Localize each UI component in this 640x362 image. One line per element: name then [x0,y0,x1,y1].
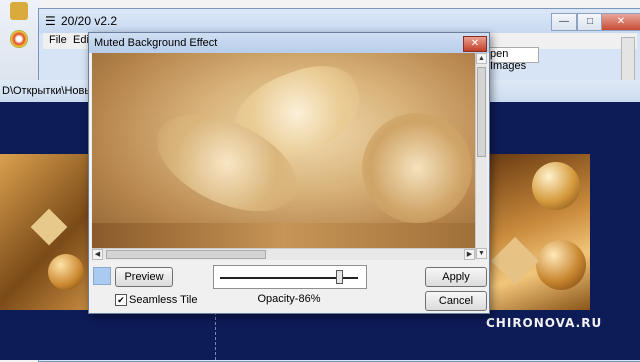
preview-vertical-scrollbar[interactable]: ▲ ▼ [475,53,487,259]
ribbon-band [92,223,475,248]
star-ornament [490,236,540,286]
scroll-thumb[interactable] [477,67,486,157]
menu-file[interactable]: File [49,34,67,46]
preview-image [92,53,475,248]
bow-loop [362,113,472,223]
close-window-button[interactable]: ✕ [601,13,640,31]
app-icon: ☰ [45,14,56,28]
maximize-button[interactable]: □ [577,13,603,31]
main-scrollbar[interactable] [621,37,635,85]
dialog-title-bar[interactable]: Muted Background Effect ✕ [89,33,489,53]
muted-background-dialog: Muted Background Effect ✕ ▲ ▼ ◀ ▶ Previe… [88,32,490,314]
right-image-tile [488,154,590,310]
preview-horizontal-scrollbar[interactable]: ◀ ▶ [92,248,475,260]
dialog-title: Muted Background Effect [94,37,218,49]
preview-button[interactable]: Preview [115,267,173,287]
opacity-slider[interactable] [213,265,367,289]
main-title-bar: ☰ 20/20 v2.2 — □ ✕ [39,9,640,33]
minimize-button[interactable]: — [551,13,577,31]
seamless-tile-label: Seamless Tile [129,294,198,306]
tab-open-images-label: pen Images [490,48,527,72]
chrome-icon[interactable] [10,30,28,48]
scroll-left-icon[interactable]: ◀ [92,249,103,260]
cancel-button[interactable]: Cancel [425,291,487,311]
window-title: 20/20 v2.2 [61,14,118,28]
tab-open-images[interactable]: pen Images [487,47,539,72]
watermark: CHIRONOVA.RU [486,316,603,330]
slider-thumb[interactable] [335,270,343,284]
seamless-tile-checkbox[interactable]: ✔ [115,294,127,306]
dialog-close-button[interactable]: ✕ [463,36,487,52]
color-swatch[interactable] [93,267,111,285]
desktop-strip [0,0,40,80]
ornament-ball [536,240,586,290]
desktop-folder-icon[interactable] [10,2,28,20]
apply-button[interactable]: Apply [425,267,487,287]
ornament-ball [532,162,580,210]
scroll-down-icon[interactable]: ▼ [476,248,487,259]
star-ornament [30,208,68,246]
left-image-tile [0,154,90,310]
scroll-right-icon[interactable]: ▶ [464,249,475,260]
tile-guide [215,312,217,360]
scroll-up-icon[interactable]: ▲ [476,53,487,64]
scroll-thumb[interactable] [106,250,266,259]
ornament-ball [48,254,84,290]
opacity-label: Opacity-86% [257,293,321,305]
